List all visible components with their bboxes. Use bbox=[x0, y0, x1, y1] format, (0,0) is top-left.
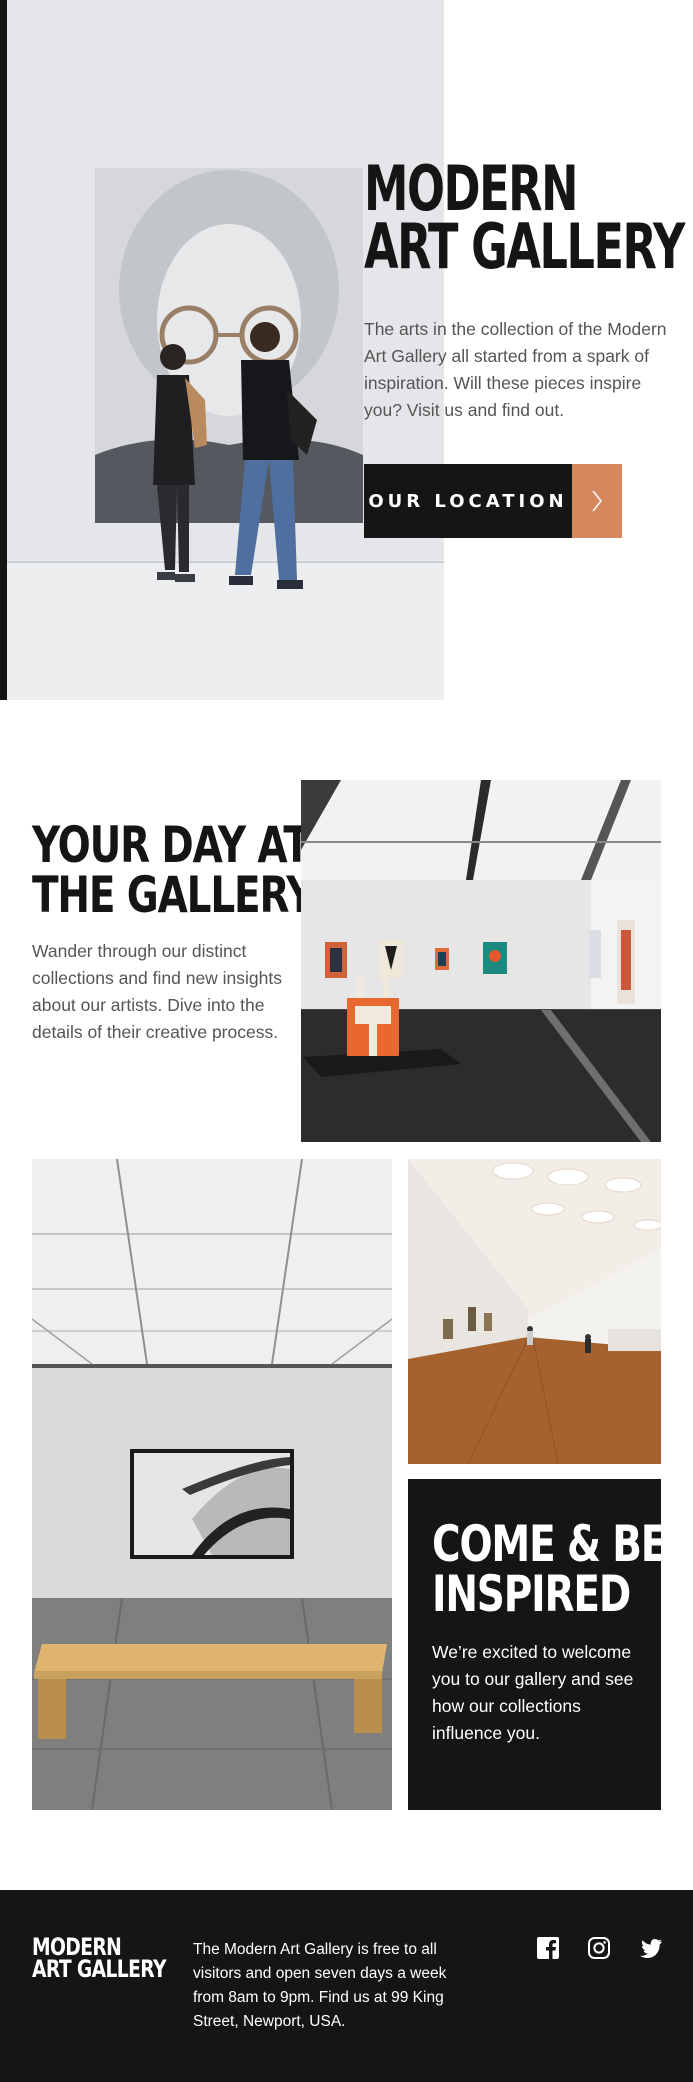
hero-section: Modern Art Gallery The arts in the colle… bbox=[0, 0, 693, 700]
footer: Modern Art Gallery The Modern Art Galler… bbox=[0, 1890, 693, 2082]
twitter-icon[interactable] bbox=[639, 1936, 663, 1960]
day-title-line1: Your Day at bbox=[32, 816, 310, 874]
hero-description: The arts in the collection of the Modern… bbox=[364, 319, 667, 420]
footer-logo[interactable]: Modern Art Gallery bbox=[32, 1935, 167, 1983]
hero-accent-bar bbox=[0, 0, 7, 700]
day-description: Wander through our distinct collections … bbox=[32, 941, 283, 1042]
inspired-title-line1: Come & Be bbox=[432, 1515, 667, 1573]
footer-info: The Modern Art Gallery is free to all vi… bbox=[193, 1941, 447, 2030]
inspired-title: Come & Be Inspired bbox=[432, 1515, 667, 1623]
facebook-icon[interactable] bbox=[536, 1936, 560, 1960]
footer-logo-line2: Art Gallery bbox=[32, 1955, 167, 1983]
corridor-image bbox=[408, 1159, 661, 1464]
gallery-interior-image bbox=[301, 780, 661, 1142]
hero-title-line2: Art Gallery bbox=[364, 210, 685, 283]
day-title-line2: the Gallery bbox=[32, 866, 314, 924]
day-title: Your Day at the Gallery bbox=[32, 816, 314, 924]
instagram-icon[interactable] bbox=[587, 1936, 611, 1960]
our-location-button[interactable]: OUR LOCATION bbox=[364, 464, 622, 538]
bench-room-image bbox=[32, 1159, 392, 1810]
chevron-right-icon bbox=[572, 464, 622, 538]
inspired-title-line2: Inspired bbox=[432, 1565, 631, 1623]
hero-title: Modern Art Gallery bbox=[364, 158, 685, 283]
our-location-label: OUR LOCATION bbox=[364, 464, 572, 538]
inspired-description: We’re excited to welcome you to our gall… bbox=[432, 1642, 634, 1743]
inspired-card: Come & Be Inspired We’re excited to welc… bbox=[408, 1479, 667, 1810]
